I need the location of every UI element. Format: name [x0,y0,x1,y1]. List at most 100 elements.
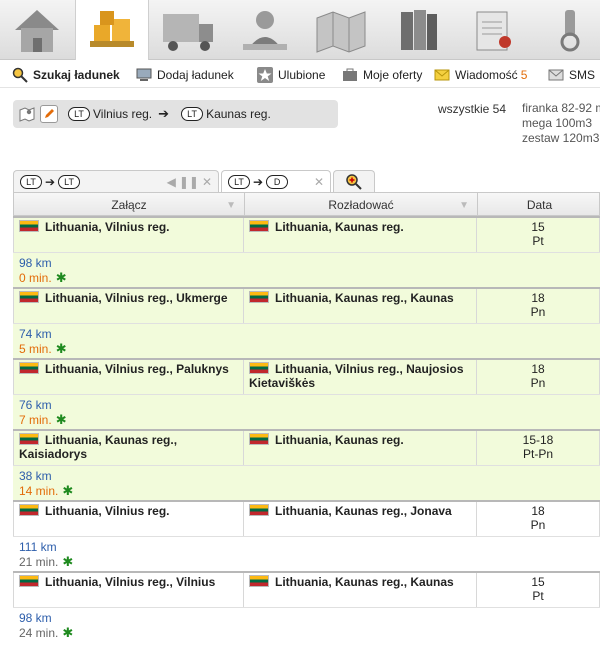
load-cell: Lithuania, Vilnius reg., Ukmerge [13,289,244,323]
table-row[interactable]: Lithuania, Vilnius reg. Lithuania, Kauna… [13,216,600,287]
close-icon[interactable]: ✕ [314,175,324,189]
load-country: Lithuania [45,291,99,305]
trucks-tab[interactable] [152,0,226,60]
load-cell: Lithuania, Vilnius reg., Paluknys [13,360,244,394]
table-row[interactable]: Lithuania, Vilnius reg., Vilnius Lithuan… [13,571,600,642]
search-tab-lt-d[interactable]: LT ➔ D ✕ [221,170,331,192]
offer-age-value: 7 min. [19,413,52,427]
top-icon-bar [0,0,600,61]
arrow-right-icon: ➔ [45,174,56,189]
from-region-label: Vilnius reg. [93,107,153,121]
boxes-on-pallet-icon [90,10,134,47]
documents-tab[interactable] [456,0,530,60]
lithuania-flag-icon [19,220,39,232]
distance-value: 111 km [19,540,57,554]
sort-arrow-icon[interactable]: ▼ [459,200,469,211]
table-row[interactable]: Lithuania, Vilnius reg., Ukmerge Lithuan… [13,287,600,358]
computer-icon [136,68,152,81]
books-icon [401,10,437,50]
unload-header-label: Rozładować [328,198,394,212]
sms-label: SMS [569,68,596,82]
add-search-tab[interactable] [333,170,375,192]
messages-label: Wiadomość [455,68,518,82]
close-icon[interactable]: ✕ [202,175,212,189]
books-tab[interactable] [380,0,454,60]
search-cargo-link[interactable]: Szukaj ładunek [12,66,120,84]
truck-line: firanka 82-92 m [522,101,600,115]
load-country: Lithuania [45,433,99,447]
favorites-link[interactable]: Ulubione [257,66,325,84]
star-icon [257,67,273,83]
distance-value: 38 km [19,469,52,483]
unload-cell: Lithuania, Vilnius reg., Naujosios Kieta… [244,360,477,394]
map-filter-button[interactable] [18,105,36,123]
load-cell: Lithuania, Vilnius reg., Vilnius [13,573,244,607]
table-row[interactable]: Lithuania, Kaunas reg., Kaisiadorys Lith… [13,429,600,500]
cargo-tab[interactable] [75,0,149,61]
pause-icon[interactable]: ❚❚ [179,175,199,189]
home-tab[interactable] [0,0,74,60]
offer-age-value: 24 min. [19,626,59,640]
load-cell: Lithuania, Vilnius reg. [13,502,244,536]
load-place: , Kaunas reg., Kaisiadorys [19,433,178,461]
truck-info: firanka 82-92 m mega 100m3 zestaw 120m3 [522,101,600,146]
search-tab-lt-lt[interactable]: LT ➔ LT ◀ ❚❚ ✕ [13,170,219,192]
load-place: , Vilnius reg., Vilnius [98,575,216,589]
sound-icon[interactable]: ◀ [167,175,176,189]
route-filter: LT Vilnius reg. ➔ LT Kaunas reg. [13,100,338,128]
my-offers-label: Moje oferty [363,68,423,82]
my-offers-link[interactable]: Moje oferty [342,66,422,84]
offers-table: Załącz ▼ Rozładować ▼ Data Lithuania, Viln… [13,192,600,642]
unload-country: Lithuania [275,433,329,447]
date-value: 15-18 [522,433,554,447]
lithuania-flag-icon [249,291,269,303]
load-column-header[interactable]: Załącz ▼ [14,193,245,217]
table-row[interactable]: Lithuania, Vilnius reg. Lithuania, Kauna… [13,500,600,571]
date-value: 18 [531,362,545,376]
load-place: , Vilnius reg., Paluknys [98,362,229,376]
lithuania-flag-icon [249,220,269,232]
house-icon [15,10,59,52]
arrow-right-icon: ➔ [253,174,264,189]
date-cell: 18 Pn [477,289,600,323]
maps-tab[interactable] [304,0,378,60]
date-column-header[interactable]: Data [478,193,600,217]
lithuania-flag-icon [19,291,39,303]
load-country: Lithuania [45,362,99,376]
pencil-icon [45,109,54,118]
search-cargo-label: Szukaj ładunek [33,68,120,82]
lithuania-flag-icon [249,575,269,587]
messages-link[interactable]: Wiadomość 5 [434,66,527,84]
date-cell: 18 Pn [477,502,600,536]
sort-arrow-icon[interactable]: ▼ [226,200,236,211]
unload-country: Lithuania [275,362,329,376]
profile-tab[interactable] [228,0,302,60]
weekday-value: Pn [530,518,546,532]
unload-cell: Lithuania, Kaunas reg., Jonava [244,502,477,536]
load-header-label: Załącz [111,198,147,212]
date-value: 15 [531,575,545,589]
sms-link[interactable]: SMS [548,66,595,84]
all-count[interactable]: wszystkie 54 [438,102,506,116]
date-value: 15 [531,220,545,234]
unload-column-header[interactable]: Rozładować ▼ [245,193,478,217]
lithuania-flag-icon [249,433,269,445]
from-country-badge: LT [68,107,90,121]
load-country: Lithuania [45,220,99,234]
truck-icon [163,14,213,51]
favorites-label: Ulubione [278,68,326,82]
unload-cell: Lithuania, Kaunas reg. [244,431,477,465]
to-region-label: Kaunas reg. [206,107,271,121]
load-cell: Lithuania, Kaunas reg., Kaisiadorys [13,431,244,465]
settings-tab[interactable] [532,0,600,60]
unload-place: , Kaunas reg., Jonava [328,504,452,518]
offer-age: 0 min. ✱ [19,270,67,286]
unload-country: Lithuania [275,504,329,518]
person-at-desk-icon [243,11,287,50]
offer-age-value: 21 min. [19,555,59,569]
unload-cell: Lithuania, Kaunas reg., Kaunas [244,289,477,323]
date-cell: 18 Pn [477,360,600,394]
table-row[interactable]: Lithuania, Vilnius reg., Paluknys Lithua… [13,358,600,429]
add-cargo-link[interactable]: Dodaj ładunek [136,66,234,84]
edit-filter-button[interactable] [40,105,58,123]
